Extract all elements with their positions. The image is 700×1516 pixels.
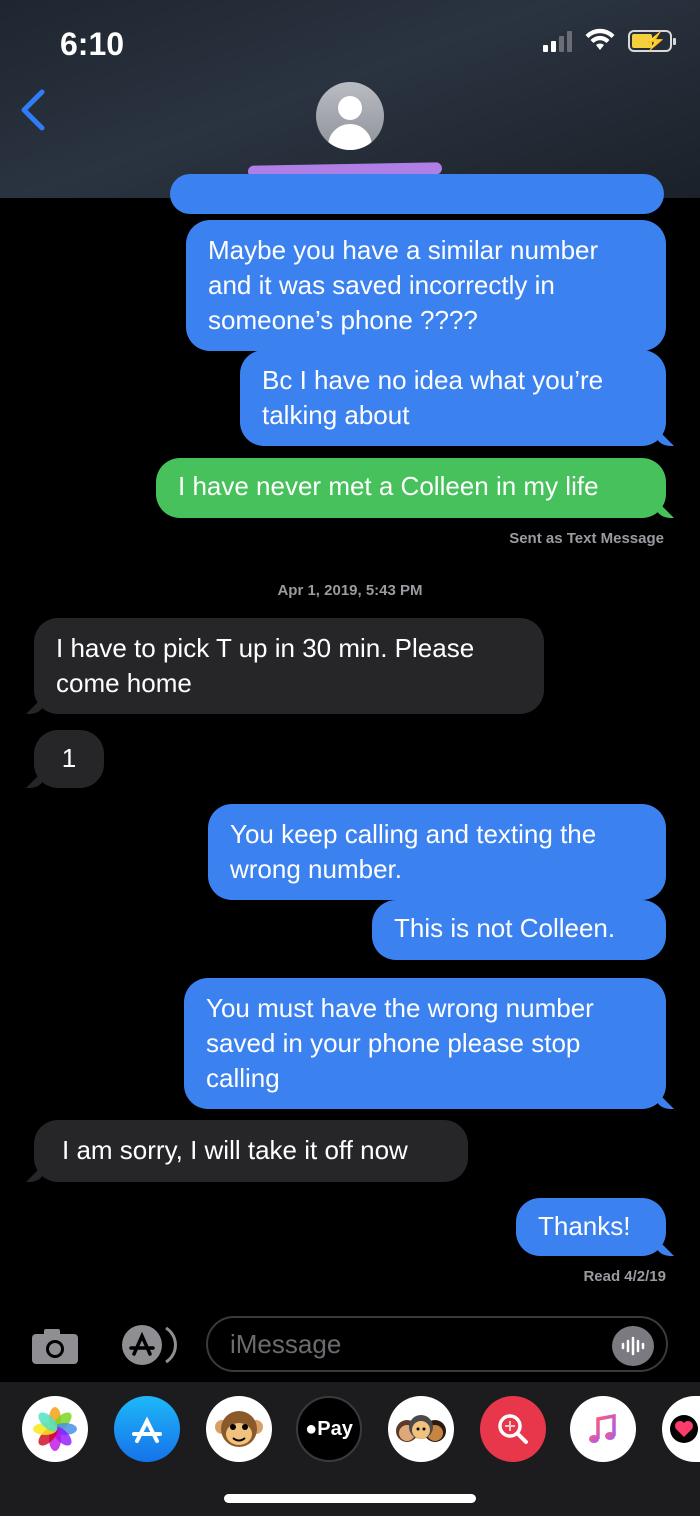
camera-icon[interactable] bbox=[30, 1326, 80, 1366]
sms-message[interactable]: I have never met a Colleen in my life bbox=[156, 458, 666, 518]
imessage-input[interactable] bbox=[206, 1316, 668, 1372]
apple-pay-label: Pay bbox=[317, 1417, 353, 1440]
app-store-button-icon[interactable] bbox=[118, 1322, 180, 1368]
battery-icon: ⚡ bbox=[628, 30, 676, 52]
sent-message[interactable]: You keep calling and texting the wrong n… bbox=[208, 804, 666, 900]
sent-message[interactable]: Maybe you have a similar number and it w… bbox=[186, 220, 666, 351]
home-indicator[interactable] bbox=[224, 1494, 476, 1503]
message-list[interactable]: Maybe you have a similar number and it w… bbox=[0, 174, 700, 1310]
sent-message[interactable]: You must have the wrong number saved in … bbox=[184, 978, 666, 1109]
back-chevron-icon[interactable] bbox=[18, 88, 48, 132]
status-time: 6:10 bbox=[60, 26, 125, 62]
compose-bar bbox=[0, 1310, 700, 1380]
sent-message[interactable]: Bc I have no idea what you’re talking ab… bbox=[240, 350, 666, 446]
app-store-icon[interactable] bbox=[114, 1396, 180, 1462]
received-message[interactable]: 1 bbox=[34, 730, 104, 788]
images-search-icon[interactable] bbox=[480, 1396, 546, 1462]
contact-avatar[interactable] bbox=[316, 82, 384, 150]
received-message[interactable]: I have to pick T up in 30 min. Please co… bbox=[34, 618, 544, 714]
audio-message-icon[interactable] bbox=[612, 1326, 654, 1366]
wifi-icon bbox=[585, 28, 615, 50]
music-icon[interactable] bbox=[570, 1396, 636, 1462]
status-icons: ⚡ bbox=[543, 28, 676, 52]
sent-as-text-label: Sent as Text Message bbox=[509, 530, 664, 547]
animoji-icon[interactable] bbox=[206, 1396, 272, 1462]
conversation-timestamp: Apr 1, 2019, 5:43 PM bbox=[277, 582, 423, 599]
memoji-icon[interactable] bbox=[388, 1396, 454, 1462]
read-receipt: Read 4/2/19 bbox=[583, 1268, 666, 1285]
message-bubble-partial[interactable] bbox=[170, 174, 664, 214]
received-message[interactable]: I am sorry, I will take it off now bbox=[34, 1120, 468, 1182]
conversation-header: 6:10 ⚡ bbox=[0, 0, 700, 198]
cellular-signal-icon bbox=[543, 28, 572, 52]
apple-pay-icon[interactable]: ●Pay bbox=[296, 1396, 362, 1462]
photos-icon[interactable] bbox=[22, 1396, 88, 1462]
sent-message[interactable]: Thanks! bbox=[516, 1198, 666, 1256]
sent-message[interactable]: This is not Colleen. bbox=[372, 900, 666, 960]
